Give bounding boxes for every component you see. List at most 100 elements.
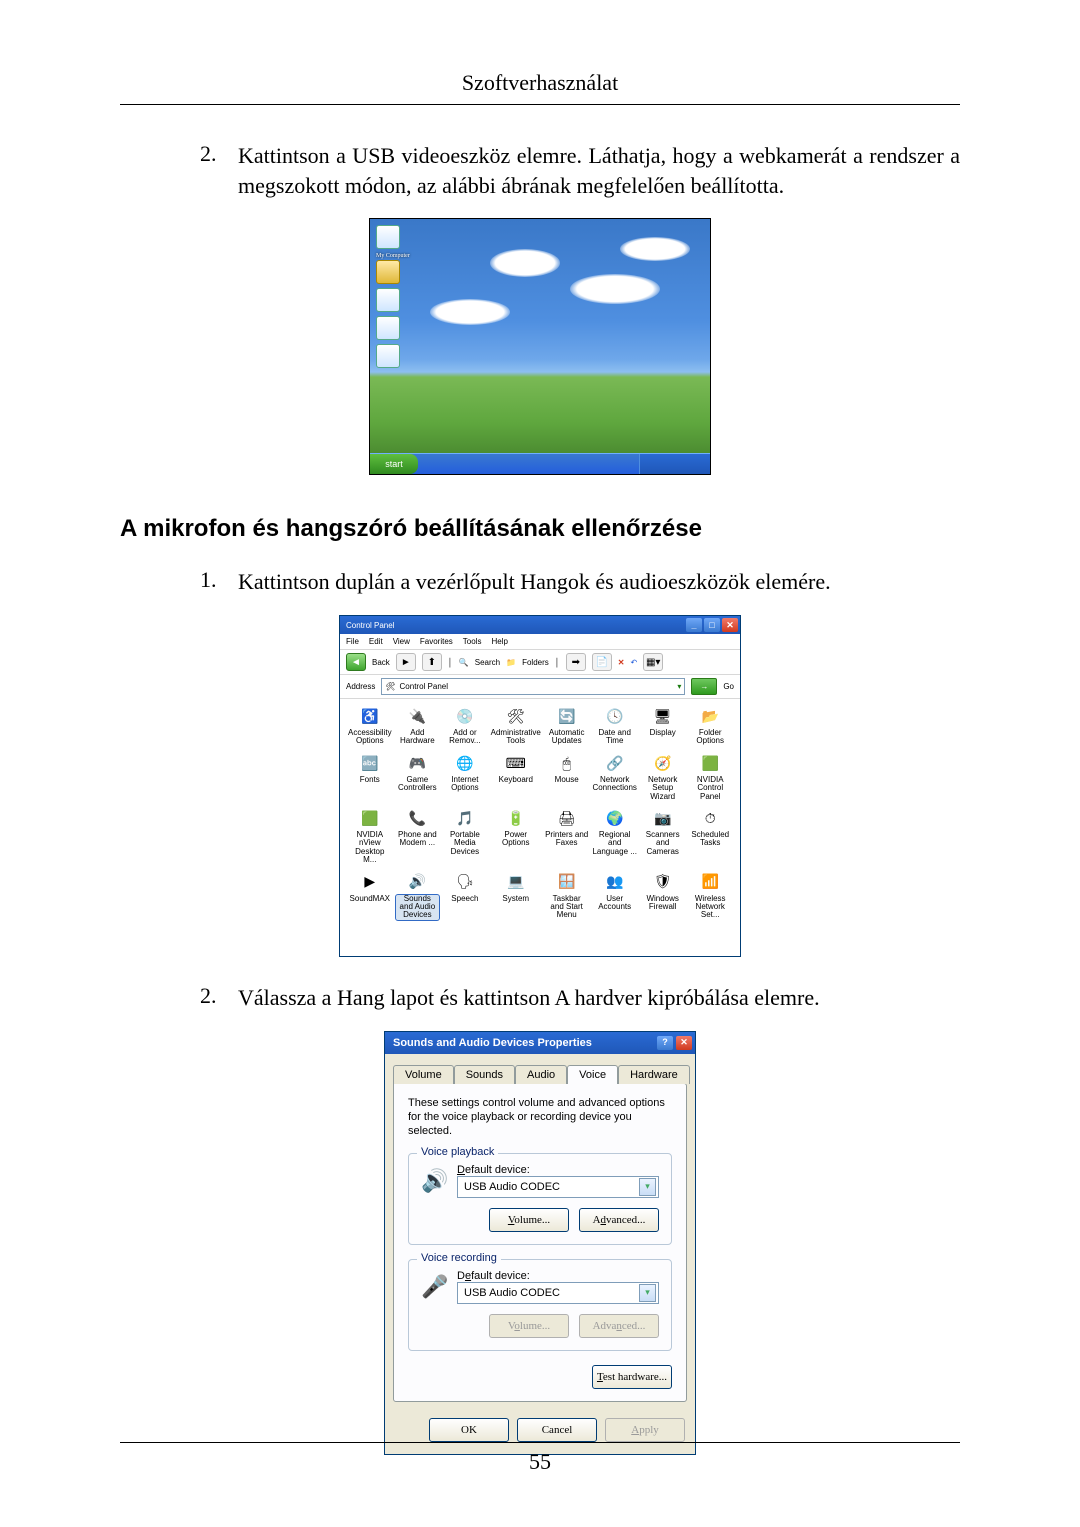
control-panel-item[interactable]: 🕓Date and Time (592, 705, 636, 746)
control-panel-item[interactable]: ⌨Keyboard (491, 752, 541, 801)
menu-item[interactable]: File (346, 637, 359, 646)
desktop-icon (376, 225, 400, 249)
menu-item[interactable]: View (393, 637, 410, 646)
control-panel-item[interactable]: 🟩NVIDIA nView Desktop M... (348, 807, 392, 865)
control-panel-item[interactable]: 🔌Add Hardware (396, 705, 440, 746)
control-panel-item[interactable]: 🟩NVIDIA Control Panel (688, 752, 732, 801)
cp-item-label: Network Connections (592, 776, 636, 793)
voice-recording-group: Voice recording 🎤 Default device: USB Au… (408, 1259, 672, 1351)
forward-button[interactable]: ► (396, 653, 416, 671)
sounds-dialog-screenshot: Sounds and Audio Devices Properties ? ✕ … (384, 1031, 696, 1455)
undo-button[interactable]: ↶ (630, 658, 637, 667)
menu-item[interactable]: Edit (369, 637, 383, 646)
cp-item-icon: 🌍 (604, 807, 626, 829)
cp-item-icon: 🔊 (406, 871, 428, 893)
dialog-description: These settings control volume and advanc… (408, 1096, 672, 1139)
folders-icon[interactable]: 📁 (506, 658, 516, 667)
cp-item-label: SoundMAX (350, 895, 390, 903)
address-label: Address (346, 682, 375, 691)
cp-item-icon: 🗣 (454, 871, 476, 893)
control-panel-item[interactable]: 🎵Portable Media Devices (443, 807, 487, 865)
playback-advanced-button[interactable]: Advanced... (579, 1208, 659, 1232)
xp-desktop-screenshot: My Computer start (369, 218, 711, 475)
cp-item-icon: 🟩 (359, 807, 381, 829)
dropdown-icon[interactable]: ▾ (639, 1178, 656, 1196)
menu-item[interactable]: Help (491, 637, 507, 646)
control-panel-item[interactable]: 🔋Power Options (491, 807, 541, 865)
tab-volume[interactable]: Volume (393, 1065, 454, 1084)
move-to-button[interactable]: ➡ (566, 653, 586, 671)
control-panel-item[interactable]: 💿Add or Remov... (443, 705, 487, 746)
go-button[interactable]: → (691, 678, 717, 695)
cp-item-label: Accessibility Options (348, 729, 392, 746)
close-icon[interactable]: ✕ (676, 1036, 692, 1050)
cp-item-label: Taskbar and Start Menu (545, 895, 589, 920)
control-panel-item[interactable]: 👥User Accounts (592, 871, 636, 920)
control-panel-item[interactable]: ⏱Scheduled Tasks (688, 807, 732, 865)
cp-item-icon: ⏱ (699, 807, 721, 829)
control-panel-item[interactable]: 🛠Administrative Tools (491, 705, 541, 746)
delete-button[interactable]: ✕ (618, 658, 625, 667)
test-hardware-button[interactable]: Test hardware... (592, 1365, 672, 1389)
views-button[interactable]: ▦▾ (643, 653, 663, 671)
cp-item-label: Power Options (491, 831, 541, 848)
cp-item-label: Speech (451, 895, 478, 903)
cp-item-label: Scanners and Cameras (641, 831, 685, 856)
control-panel-item[interactable]: ▶SoundMAX (348, 871, 392, 920)
cp-item-label: User Accounts (592, 895, 636, 912)
control-panel-item[interactable]: 🔗Network Connections (592, 752, 636, 801)
tab-hardware[interactable]: Hardware (618, 1065, 690, 1084)
close-icon[interactable]: ✕ (722, 618, 738, 632)
control-panel-item[interactable]: 🔊Sounds and Audio Devices (396, 871, 440, 920)
control-panel-item[interactable]: 🪟Taskbar and Start Menu (545, 871, 589, 920)
cp-item-label: NVIDIA nView Desktop M... (348, 831, 392, 865)
control-panel-item[interactable]: 📷Scanners and Cameras (641, 807, 685, 865)
control-panel-item[interactable]: 📶Wireless Network Set... (688, 871, 732, 920)
control-panel-item[interactable]: 🗣 Speech (443, 871, 487, 920)
cp-item-label: Add Hardware (396, 729, 440, 746)
control-panel-item[interactable]: 🖥Display (641, 705, 685, 746)
desktop-icon (376, 288, 400, 312)
cp-item-icon: 🖨 (556, 807, 578, 829)
control-panel-item[interactable]: 🔄Automatic Updates (545, 705, 589, 746)
dropdown-icon[interactable]: ▾ (639, 1284, 656, 1302)
up-button[interactable]: ⬆ (422, 653, 442, 671)
minimize-icon[interactable]: _ (686, 618, 702, 632)
system-tray (639, 454, 710, 474)
tab-voice[interactable]: Voice (567, 1065, 618, 1084)
address-field[interactable]: 🛠 Control Panel ▾ (381, 678, 685, 695)
cp-item-label: Phone and Modem ... (396, 831, 440, 848)
control-panel-item[interactable]: ♿Accessibility Options (348, 705, 392, 746)
control-panel-item[interactable]: 🎮Game Controllers (396, 752, 440, 801)
playback-volume-button[interactable]: Volume... (489, 1208, 569, 1232)
menu-item[interactable]: Tools (463, 637, 482, 646)
menu-bar[interactable]: File Edit View Favorites Tools Help (340, 634, 740, 650)
copy-to-button[interactable]: 📄 (592, 653, 612, 671)
control-panel-item[interactable]: 🌍Regional and Language ... (592, 807, 636, 865)
menu-item[interactable]: Favorites (420, 637, 453, 646)
desktop-icon (376, 344, 400, 368)
back-button[interactable]: ◄ (346, 653, 366, 671)
control-panel-item[interactable]: 🧭Network Setup Wizard (641, 752, 685, 801)
maximize-icon[interactable]: □ (704, 618, 720, 632)
control-panel-item[interactable]: 💻System (491, 871, 541, 920)
control-panel-item[interactable]: 📂Folder Options (688, 705, 732, 746)
tab-audio[interactable]: Audio (515, 1065, 567, 1084)
dropdown-icon[interactable]: ▾ (677, 682, 681, 691)
combo-value: USB Audio CODEC (464, 1181, 560, 1193)
cp-item-label: Sounds and Audio Devices (396, 895, 440, 920)
recording-device-combo[interactable]: USB Audio CODEC ▾ (457, 1282, 659, 1304)
control-panel-item[interactable]: 🔤Fonts (348, 752, 392, 801)
speaker-icon: 🔊 (421, 1167, 449, 1195)
playback-device-combo[interactable]: USB Audio CODEC ▾ (457, 1176, 659, 1198)
cp-item-icon: 🪟 (556, 871, 578, 893)
control-panel-item[interactable]: 📞Phone and Modem ... (396, 807, 440, 865)
control-panel-item[interactable]: 🖱Mouse (545, 752, 589, 801)
cp-item-icon: 🛠 (505, 705, 527, 727)
search-icon[interactable]: 🔍 (459, 658, 469, 667)
control-panel-item[interactable]: 🖨Printers and Faxes (545, 807, 589, 865)
control-panel-item[interactable]: 🛡Windows Firewall (641, 871, 685, 920)
help-icon[interactable]: ? (657, 1036, 673, 1050)
tab-sounds[interactable]: Sounds (454, 1065, 515, 1084)
control-panel-item[interactable]: 🌐Internet Options (443, 752, 487, 801)
